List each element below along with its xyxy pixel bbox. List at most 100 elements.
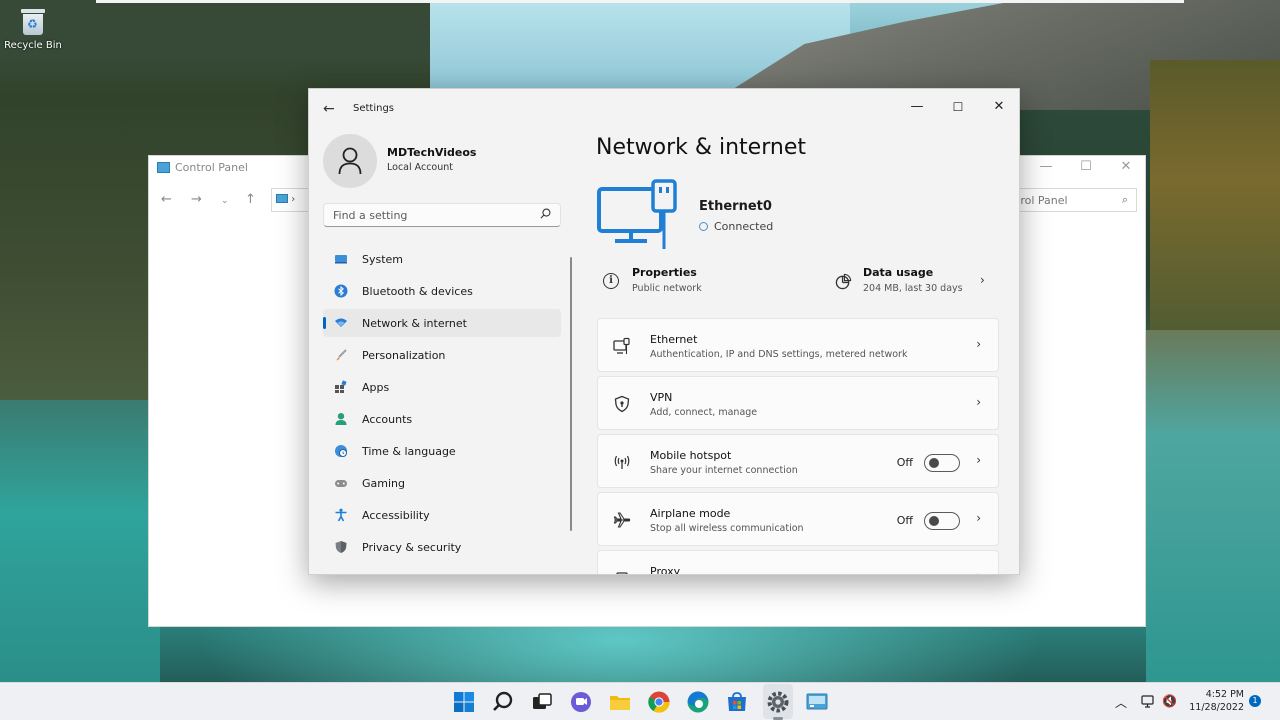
card-title: Airplane mode xyxy=(650,507,731,520)
profile-account-type: Local Account xyxy=(387,162,453,173)
chevron-right-icon: › xyxy=(976,511,981,525)
card-title: Proxy xyxy=(650,565,681,575)
info-icon: i xyxy=(603,273,619,289)
settings-window-title: Settings xyxy=(353,103,395,114)
airplane-icon xyxy=(613,512,631,528)
control-panel-title: Control Panel xyxy=(175,161,248,174)
sidebar-item-label: Personalization xyxy=(362,349,446,362)
sidebar-item-label: System xyxy=(362,253,404,266)
chevron-right-icon: › xyxy=(980,273,985,287)
brush-icon xyxy=(336,349,347,361)
card-title: Ethernet xyxy=(650,333,698,346)
connection-name: Ethernet0 xyxy=(699,199,772,214)
chevron-right-icon: › xyxy=(976,569,981,574)
sidebar-item-label: Privacy & security xyxy=(362,541,462,554)
chevron-up-icon[interactable]: ︿ xyxy=(1115,694,1127,711)
vpn-card[interactable]: VPN Add, connect, manage › xyxy=(597,376,999,430)
sidebar-item-accounts[interactable]: Accounts xyxy=(323,405,561,433)
data-usage-title: Data usage xyxy=(863,266,934,279)
chevron-right-icon: › xyxy=(976,395,981,409)
sidebar-item-label: Time & language xyxy=(362,445,456,458)
store-icon[interactable] xyxy=(725,690,749,714)
sidebar-item-network[interactable]: Network & internet xyxy=(323,309,561,337)
minimize-icon[interactable]: — xyxy=(1031,158,1061,176)
search-input[interactable]: Find a setting xyxy=(323,203,561,227)
avatar[interactable] xyxy=(323,134,377,188)
vpn-shield-icon xyxy=(614,395,630,413)
airplane-mode-card[interactable]: Airplane mode Stop all wireless communic… xyxy=(597,492,999,546)
proxy-card[interactable]: Proxy › xyxy=(597,550,999,575)
up-arrow-icon[interactable]: ↑ xyxy=(245,192,256,207)
recycle-bin-shortcut[interactable]: ♻ Recycle Bin xyxy=(4,6,62,51)
start-windows-icon[interactable] xyxy=(452,690,476,714)
ethernet-card[interactable]: Ethernet Authentication, IP and DNS sett… xyxy=(597,318,999,372)
sidebar-scrollbar[interactable] xyxy=(570,257,572,531)
back-arrow-icon[interactable]: ← xyxy=(161,192,172,207)
wifi-icon xyxy=(335,318,347,327)
control-panel-icon[interactable] xyxy=(805,690,829,714)
card-subtitle: Add, connect, manage xyxy=(650,407,758,418)
mobile-hotspot-card[interactable]: Mobile hotspot Share your internet conne… xyxy=(597,434,999,488)
edge-icon[interactable] xyxy=(686,690,710,714)
person-icon xyxy=(338,147,362,175)
sidebar-item-privacy-security[interactable]: Privacy & security xyxy=(323,533,561,561)
search-icon xyxy=(540,208,551,219)
settings-window: ← Settings — ☐ ✕ MDTechVideos Local Acco… xyxy=(308,88,1020,575)
file-explorer-icon[interactable] xyxy=(608,690,632,714)
globe-icon xyxy=(699,222,708,231)
sidebar-item-accessibility[interactable]: Accessibility xyxy=(323,501,561,529)
settings-gear-icon[interactable] xyxy=(766,690,790,714)
connection-status: Connected xyxy=(699,220,773,233)
toggle-state-label: Off xyxy=(896,456,913,469)
search-icon: ⌕ xyxy=(1121,193,1128,206)
speaker-muted-icon[interactable]: 🔇 xyxy=(1162,694,1177,708)
properties-subtitle: Public network xyxy=(632,283,702,294)
sidebar-item-system[interactable]: System xyxy=(323,245,561,273)
search-icon[interactable] xyxy=(491,690,515,714)
chrome-icon[interactable] xyxy=(647,690,671,714)
card-subtitle: Share your internet connection xyxy=(650,465,798,476)
recycle-bin-label: Recycle Bin xyxy=(4,40,62,51)
card-subtitle: Authentication, IP and DNS settings, met… xyxy=(650,349,908,360)
mobile-hotspot-toggle[interactable] xyxy=(924,454,960,472)
sidebar-item-label: Accessibility xyxy=(362,509,430,522)
sidebar-item-apps[interactable]: Apps xyxy=(323,373,561,401)
maximize-icon[interactable]: ☐ xyxy=(1071,158,1101,176)
ethernet-monitor-icon xyxy=(597,179,677,249)
control-panel-search-input[interactable]: trol Panel ⌕ xyxy=(1009,188,1137,212)
close-icon[interactable]: ✕ xyxy=(979,95,1019,119)
recent-locations-chevron-icon[interactable]: ⌄ xyxy=(221,196,229,206)
taskbar-clock[interactable]: 4:52 PM 11/28/2022 xyxy=(1188,688,1244,714)
clock-time: 4:52 PM xyxy=(1205,689,1244,700)
notification-badge[interactable]: 1 xyxy=(1249,695,1261,707)
sidebar-item-bluetooth[interactable]: Bluetooth & devices xyxy=(323,277,561,305)
shield-icon xyxy=(335,541,347,553)
chevron-right-icon: › xyxy=(976,453,981,467)
card-title: Mobile hotspot xyxy=(650,449,732,462)
sidebar-item-label: Bluetooth & devices xyxy=(362,285,473,298)
address-separator: › xyxy=(291,194,296,205)
close-icon[interactable]: ✕ xyxy=(1111,158,1141,176)
network-ethernet-icon[interactable] xyxy=(1141,695,1157,709)
back-arrow-icon[interactable]: ← xyxy=(323,101,335,117)
sidebar-item-personalization[interactable]: Personalization xyxy=(323,341,561,369)
pie-chart-icon xyxy=(835,273,852,290)
forward-arrow-icon[interactable]: → xyxy=(191,192,202,207)
sidebar-item-gaming[interactable]: Gaming xyxy=(323,469,561,497)
minimize-icon[interactable]: — xyxy=(897,95,937,119)
airplane-mode-toggle[interactable] xyxy=(924,512,960,530)
chat-icon[interactable] xyxy=(569,690,593,714)
control-panel-icon xyxy=(157,162,170,173)
address-bar[interactable]: › xyxy=(271,188,311,212)
recycle-bin-icon: ♻ xyxy=(20,6,46,36)
maximize-icon[interactable]: ☐ xyxy=(938,95,978,119)
task-view-icon[interactable] xyxy=(530,690,554,714)
settings-sidebar: System Bluetooth & devices Network & int… xyxy=(323,245,561,565)
search-placeholder: Find a setting xyxy=(333,209,408,222)
apps-icon xyxy=(335,380,347,393)
chevron-right-icon: › xyxy=(976,337,981,351)
profile-name: MDTechVideos xyxy=(387,146,477,159)
clock-date: 11/28/2022 xyxy=(1189,702,1244,713)
sidebar-item-time-language[interactable]: Time & language xyxy=(323,437,561,465)
ethernet-icon xyxy=(613,337,630,354)
